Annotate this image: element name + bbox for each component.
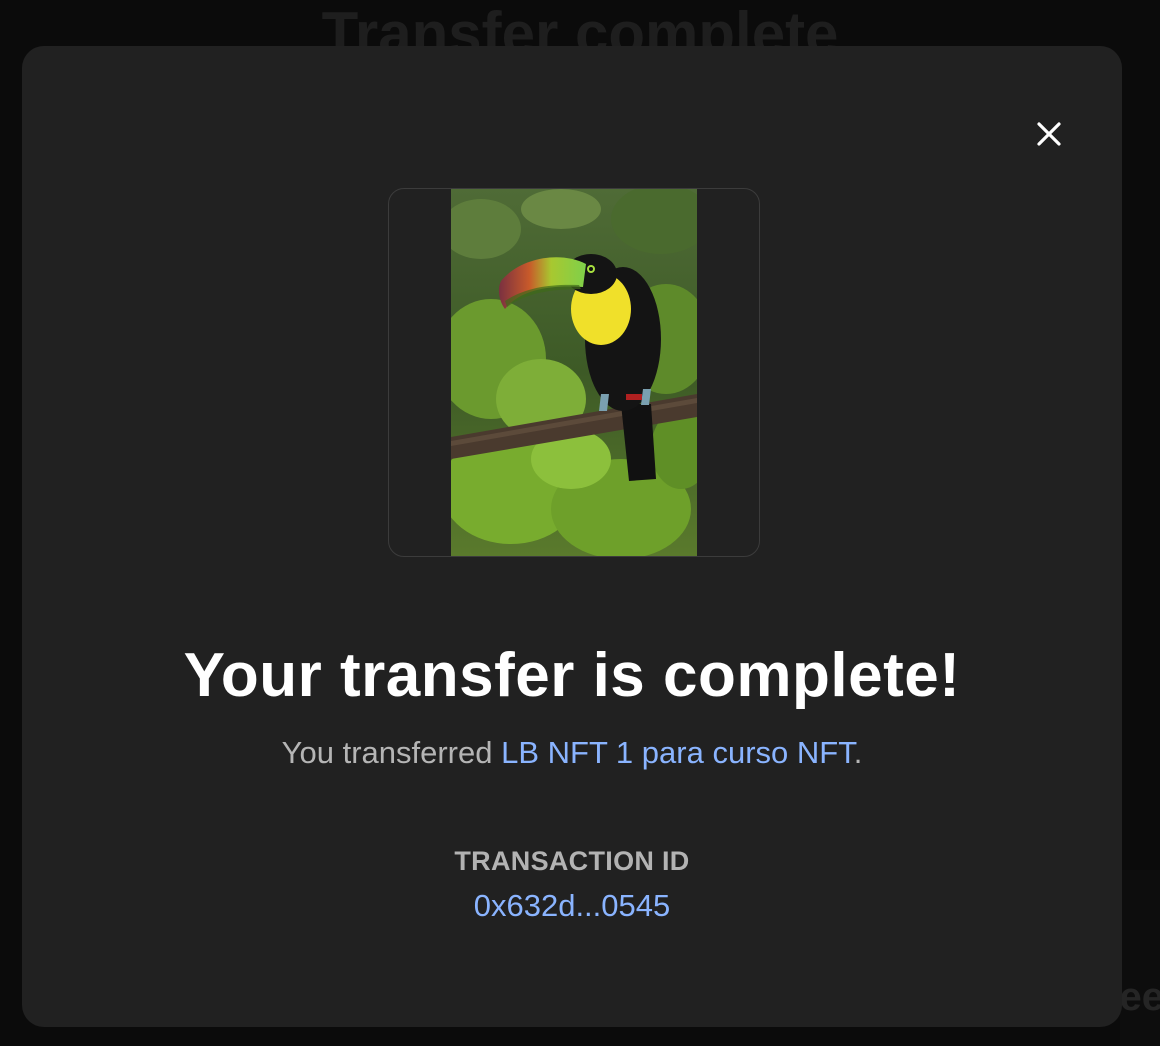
close-icon — [1037, 122, 1061, 146]
nft-image-frame — [388, 188, 760, 557]
nft-name-link[interactable]: LB NFT 1 para curso NFT — [501, 735, 854, 770]
transaction-id-link[interactable]: 0x632d...0545 — [22, 888, 1122, 924]
transfer-complete-modal: Your transfer is complete! You transferr… — [22, 46, 1122, 1027]
nft-image — [451, 189, 697, 556]
success-headline: Your transfer is complete! — [183, 641, 961, 710]
close-button[interactable] — [1027, 112, 1071, 156]
transaction-id-label: TRANSACTION ID — [454, 846, 690, 876]
transfer-summary: You transferred LB NFT 1 para curso NFT. — [22, 733, 1122, 773]
transfer-summary-suffix: . — [853, 735, 863, 770]
transfer-summary-prefix: You transferred — [281, 735, 502, 770]
